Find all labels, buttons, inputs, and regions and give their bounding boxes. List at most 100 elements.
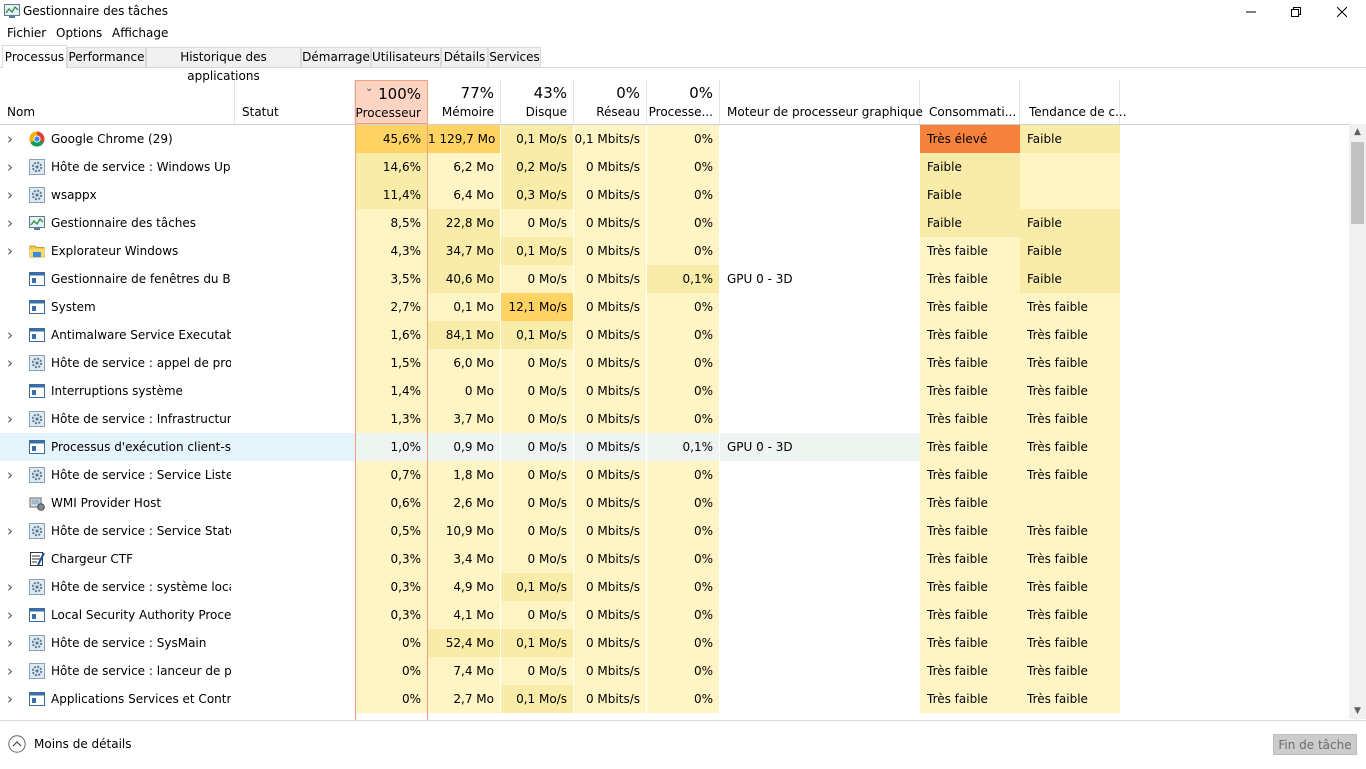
table-row[interactable]: › Hôte de service : appel de procé... 1,5%… (0, 349, 1349, 377)
vertical-scrollbar[interactable]: ▲ ▼ (1349, 124, 1366, 719)
table-row[interactable]: › Hôte de service : Windows Upd... 14,6% 6,… (0, 153, 1349, 181)
process-name-cell: › wsappx (0, 181, 355, 209)
disk-total: 43% (533, 84, 567, 102)
chevron-up-circle-icon[interactable] (8, 735, 26, 753)
tab-processus[interactable]: Processus (2, 45, 67, 68)
table-row[interactable]: Chargeur CTF 0,3% 3,4 Mo 0 Mo/s 0 Mbits/s 0% T… (0, 545, 1349, 573)
mem-cell: 0,9 Mo (428, 433, 501, 461)
power-trend-cell: Très faible (1020, 377, 1120, 405)
expand-chevron-icon[interactable]: › (7, 517, 13, 545)
less-details-link[interactable]: Moins de détails (34, 737, 132, 751)
expand-chevron-icon[interactable]: › (7, 209, 13, 237)
table-row[interactable]: › Google Chrome (29) 45,6% 1 129,7 Mo 0,1 Mo… (0, 125, 1349, 153)
expand-chevron-icon[interactable]: › (7, 181, 13, 209)
restore-button[interactable] (1273, 0, 1319, 24)
close-icon (1337, 7, 1347, 17)
tab-services[interactable]: Services (488, 47, 541, 67)
column-header-gpu-engine[interactable]: Moteur de processeur graphique (720, 80, 923, 124)
end-task-button[interactable]: Fin de tâche (1273, 734, 1357, 755)
power-trend-cell: Faible (1020, 237, 1120, 265)
disk-cell: 12,1 Mo/s (501, 293, 574, 321)
gpu-cell: 0% (647, 629, 720, 657)
tab-details[interactable]: Détails (441, 47, 488, 67)
expand-chevron-icon[interactable]: › (7, 685, 13, 713)
gpu-cell: 0% (647, 545, 720, 573)
window-icon (29, 439, 45, 455)
tab-utilisateurs[interactable]: Utilisateurs (371, 47, 441, 67)
mem-cell: 3,4 Mo (428, 545, 501, 573)
table-row[interactable]: › Antimalware Service Executable 1,6% 84,1 … (0, 321, 1349, 349)
column-header-cpu[interactable]: ⌄ 100% Processeur (355, 80, 428, 124)
power-trend-cell: Très faible (1020, 629, 1120, 657)
expand-chevron-icon[interactable]: › (7, 573, 13, 601)
table-row[interactable]: › Explorateur Windows 4,3% 34,7 Mo 0,1 Mo/s 0… (0, 237, 1349, 265)
column-header-network[interactable]: 0% Réseau (574, 80, 647, 124)
scroll-down-icon[interactable]: ▼ (1349, 703, 1366, 719)
column-header-power[interactable]: Consommati... (920, 80, 1020, 124)
menu-affichage[interactable]: Affichage (112, 26, 168, 40)
menu-options[interactable]: Options (56, 26, 102, 40)
title-bar[interactable]: Gestionnaire des tâches (0, 0, 1366, 24)
column-label: Mémoire (441, 105, 494, 119)
expand-chevron-icon[interactable]: › (7, 153, 13, 181)
expand-chevron-icon[interactable]: › (7, 629, 13, 657)
mem-cell: 2,6 Mo (428, 489, 501, 517)
gpu-cell: 0,1% (647, 265, 720, 293)
expand-chevron-icon[interactable]: › (7, 461, 13, 489)
expand-chevron-icon[interactable]: › (7, 321, 13, 349)
cpu-total: 100% (378, 85, 421, 103)
column-header-disk[interactable]: 43% Disque (501, 80, 574, 124)
scroll-up-icon[interactable]: ▲ (1349, 124, 1366, 140)
cpu-cell: 2,7% (355, 293, 428, 321)
column-header-status[interactable]: Statut (235, 80, 355, 124)
table-row[interactable]: ›Applications Services et Contrôl...0%2,… (0, 685, 1349, 713)
column-header-memory[interactable]: 77% Mémoire (428, 80, 501, 124)
process-name-cell: › Gestionnaire des tâches (0, 209, 355, 237)
expand-chevron-icon[interactable]: › (7, 349, 13, 377)
gear-icon (29, 635, 45, 651)
cpu-cell: 0% (355, 629, 428, 657)
table-row[interactable]: WMI Provider Host 0,6% 2,6 Mo 0 Mo/s 0 Mbits… (0, 489, 1349, 517)
tab-demarrage[interactable]: Démarrage (301, 47, 371, 67)
gear-icon (29, 523, 45, 539)
power-trend-cell: Très faible (1020, 461, 1120, 489)
cpu-cell: 1,5% (355, 349, 428, 377)
process-name-cell: Interruptions système (0, 377, 355, 405)
column-header-gpu[interactable]: 0% Processe... (647, 80, 720, 124)
menu-fichier[interactable]: Fichier (7, 26, 46, 40)
table-row[interactable]: Processus d'exécution client-ser...1,0%0… (0, 433, 1349, 461)
expand-chevron-icon[interactable]: › (7, 125, 13, 153)
window-icon (29, 691, 45, 707)
process-name-cell: › Local Security Authority Process... (0, 601, 355, 629)
table-row[interactable]: › Hôte de service : Service Liste d... 0,7… (0, 461, 1349, 489)
expand-chevron-icon[interactable]: › (7, 237, 13, 265)
table-row[interactable]: › Local Security Authority Process... 0,3%… (0, 601, 1349, 629)
close-button[interactable] (1319, 0, 1365, 24)
gpu-engine-cell (720, 629, 920, 657)
scrollbar-thumb[interactable] (1351, 142, 1364, 224)
tab-performance[interactable]: Performance (67, 47, 146, 67)
gpu-engine-cell (720, 405, 920, 433)
minimize-button[interactable] (1228, 0, 1274, 24)
column-header-name[interactable]: Nom (0, 80, 235, 124)
table-row[interactable]: › wsappx 11,4% 6,4 Mo 0,3 Mo/s 0 Mbits/s 0% Fai… (0, 181, 1349, 209)
process-name: Hôte de service : Infrastructure ... (51, 412, 231, 426)
table-row[interactable]: ›Hôte de service : lanceur de pro...0%7,… (0, 657, 1349, 685)
expand-chevron-icon[interactable]: › (7, 601, 13, 629)
table-row[interactable]: › Hôte de service : SysMain 0% 52,4 Mo 0,1 M… (0, 629, 1349, 657)
table-row[interactable]: › Hôte de service : Infrastructure ... 1,3… (0, 405, 1349, 433)
tab-historique[interactable]: Historique des applications (146, 47, 301, 83)
expand-chevron-icon[interactable]: › (7, 657, 13, 685)
table-row[interactable]: › Hôte de service : Service State R... 0,5… (0, 517, 1349, 545)
process-name: Hôte de service : SysMain (51, 636, 207, 650)
table-row[interactable]: Gestionnaire de fenêtres du Bur... 3,5%40… (0, 265, 1349, 293)
table-row[interactable]: › Hôte de service : système local 0,3% 4,9 … (0, 573, 1349, 601)
gear-icon (29, 579, 45, 595)
power-trend-cell: Très faible (1020, 657, 1120, 685)
table-row[interactable]: System 2,7% 0,1 Mo 12,1 Mo/s 0 Mbits/s 0% Très… (0, 293, 1349, 321)
table-row[interactable]: Interruptions système 1,4% 0 Mo 0 Mo/s 0 Mbi… (0, 377, 1349, 405)
process-name-cell: › Hôte de service : lanceur de pro... (0, 657, 355, 685)
table-row[interactable]: › Gestionnaire des tâches 8,5% 22,8 Mo 0 Mo/… (0, 209, 1349, 237)
expand-chevron-icon[interactable]: › (7, 405, 13, 433)
column-header-power-trend[interactable]: Tendance de c... (1020, 80, 1127, 124)
